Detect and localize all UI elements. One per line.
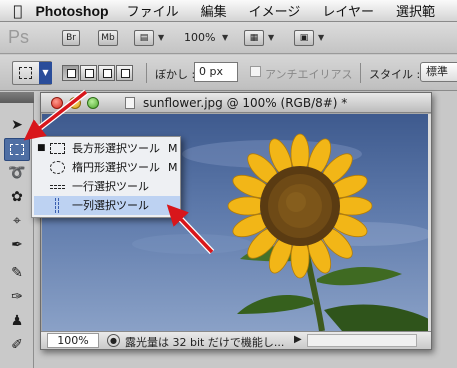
- feather-label: ぼかし :: [155, 68, 196, 81]
- tools-panel: ➤ ➰ ✿ ⌖ ✒ ✎ ✑ ♟ ✐: [0, 92, 34, 368]
- selection-mode-group: [62, 65, 134, 81]
- flyout-item-label: 一列選択ツール: [72, 199, 149, 212]
- mini-bridge-button[interactable]: Mb: [98, 30, 118, 46]
- brush-icon[interactable]: ✑: [4, 286, 30, 309]
- menu-layer[interactable]: レイヤー: [322, 1, 374, 20]
- rect-marquee-icon[interactable]: [4, 138, 30, 161]
- divider: [360, 63, 361, 83]
- single-row-marquee-icon: [50, 185, 65, 189]
- shortcut-key: M: [168, 142, 178, 155]
- flyout-item-label: 楕円形選択ツール: [72, 161, 160, 174]
- healing-brush-icon[interactable]: ✎: [4, 262, 30, 285]
- zoom-level[interactable]: 100%: [184, 31, 215, 44]
- menu-select[interactable]: 選択範: [396, 1, 435, 20]
- menu-app-name[interactable]: Photoshop: [35, 3, 108, 19]
- antialias-label: アンチエイリアス: [265, 68, 353, 81]
- style-label: スタイル :: [369, 68, 421, 81]
- chevron-down-icon[interactable]: ▼: [318, 33, 324, 42]
- menu-bar:  Photoshop ファイル 編集 イメージ レイヤー 選択範: [0, 0, 457, 22]
- close-window-icon[interactable]: [51, 97, 63, 109]
- rect-marquee-icon: [19, 67, 32, 79]
- quick-select-icon[interactable]: ✿: [4, 186, 30, 209]
- status-text: 露光量は 32 bit だけで機能し...: [125, 336, 285, 349]
- menu-image[interactable]: イメージ: [249, 1, 301, 20]
- panel-grip[interactable]: [0, 92, 34, 103]
- document-status-bar: 100% ● 露光量は 32 bit だけで機能し... ▶: [41, 331, 431, 349]
- lasso-icon[interactable]: ➰: [4, 162, 30, 185]
- bridge-button[interactable]: Br: [62, 30, 80, 46]
- vertical-edge: [428, 114, 431, 331]
- flyout-item-label: 一行選択ツール: [72, 180, 149, 193]
- new-selection-button[interactable]: [62, 65, 79, 81]
- application-bar: Ps Br Mb ▤ ▼ 100% ▼ ▦ ▼ ▣ ▼: [0, 22, 457, 54]
- flyout-item-rect-marquee[interactable]: ■ 長方形選択ツール M: [34, 139, 180, 158]
- marquee-tool-flyout: ■ 長方形選択ツール M 楕円形選択ツール M 一行選択ツール 一列選択ツール: [31, 136, 181, 218]
- view-extras-button[interactable]: ▤: [134, 30, 154, 46]
- chevron-down-icon[interactable]: ▼: [158, 33, 164, 42]
- style-select[interactable]: 標準: [420, 62, 457, 82]
- menu-file[interactable]: ファイル: [127, 1, 179, 20]
- status-menu-arrow-icon[interactable]: ▶: [294, 334, 302, 345]
- current-tool-bullet: ■: [37, 143, 46, 153]
- tool-preset-picker[interactable]: ▼: [12, 61, 52, 85]
- divider: [146, 63, 147, 83]
- antialias-checkbox[interactable]: [250, 66, 261, 77]
- zoom-window-icon[interactable]: [87, 97, 99, 109]
- flyout-item-single-column[interactable]: 一列選択ツール: [34, 196, 180, 215]
- eyedropper-icon[interactable]: ✒: [4, 234, 30, 257]
- single-column-marquee-icon: [55, 198, 59, 213]
- ellipse-marquee-icon: [50, 161, 65, 174]
- horizontal-scrollbar[interactable]: [307, 334, 417, 347]
- flyout-item-ellipse-marquee[interactable]: 楕円形選択ツール M: [34, 158, 180, 177]
- subtract-selection-button[interactable]: [98, 65, 115, 81]
- minimize-window-icon[interactable]: [69, 97, 81, 109]
- screen-mode-button[interactable]: ▣: [294, 30, 314, 46]
- chevron-down-icon[interactable]: ▼: [222, 33, 228, 42]
- ps-logo: Ps: [8, 27, 30, 47]
- info-icon[interactable]: ●: [107, 334, 120, 347]
- clone-stamp-icon[interactable]: ♟: [4, 310, 30, 333]
- flyout-item-label: 長方形選択ツール: [72, 142, 160, 155]
- chevron-down-icon: ▼: [39, 62, 52, 84]
- document-title-bar[interactable]: sunflower.jpg @ 100% (RGB/8#) *: [41, 93, 431, 113]
- menu-edit[interactable]: 編集: [201, 1, 227, 20]
- document-window: sunflower.jpg @ 100% (RGB/8#) * 100% ● 露…: [40, 92, 432, 350]
- status-zoom-field[interactable]: 100%: [47, 333, 99, 348]
- arrange-documents-button[interactable]: ▦: [244, 30, 264, 46]
- history-brush-icon[interactable]: ✐: [4, 334, 30, 357]
- move-tool-icon[interactable]: ➤: [4, 114, 30, 137]
- shortcut-key: M: [168, 161, 178, 174]
- document-title: sunflower.jpg @ 100% (RGB/8#) *: [143, 96, 348, 110]
- document-icon: [125, 97, 135, 109]
- chevron-down-icon[interactable]: ▼: [268, 33, 274, 42]
- flyout-item-single-row[interactable]: 一行選択ツール: [34, 177, 180, 196]
- add-selection-button[interactable]: [80, 65, 97, 81]
- options-bar: ▼ ぼかし : 0 px アンチエイリアス スタイル : 標準: [0, 55, 457, 91]
- apple-icon[interactable]: : [0, 2, 35, 20]
- crop-icon[interactable]: ⌖: [4, 210, 30, 233]
- feather-input[interactable]: 0 px: [194, 62, 238, 82]
- rect-marquee-icon: [50, 143, 65, 154]
- intersect-selection-button[interactable]: [116, 65, 133, 81]
